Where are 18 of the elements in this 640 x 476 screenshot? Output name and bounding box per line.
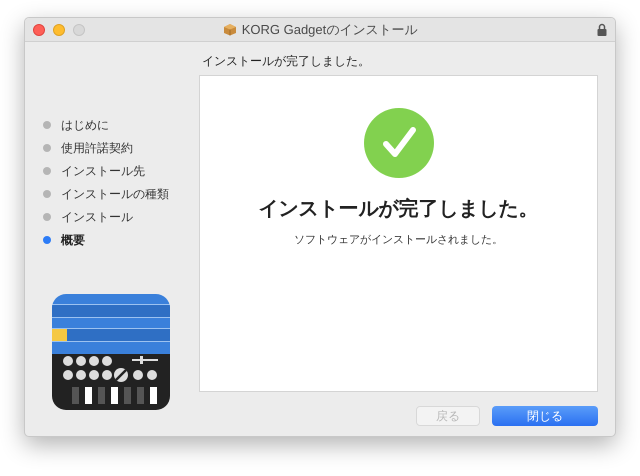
checkmark-icon: [364, 108, 434, 178]
step-label: インストール: [61, 208, 133, 226]
package-icon: [222, 23, 237, 36]
step-label: 使用許諾契約: [61, 140, 133, 156]
zoom-icon[interactable]: [73, 24, 85, 36]
close-button[interactable]: 閉じる: [492, 406, 598, 426]
lock-icon: [597, 23, 607, 36]
close-icon[interactable]: [33, 24, 45, 36]
app-icon: [52, 294, 170, 410]
step-label: インストールの種類: [61, 186, 169, 202]
step-label: 概要: [61, 232, 85, 248]
completion-title: インストールが完了しました。: [258, 196, 538, 222]
minimize-icon[interactable]: [53, 24, 65, 36]
step-label: はじめに: [61, 116, 109, 134]
step-label: インストール先: [61, 162, 145, 180]
page-heading: インストールが完了しました。: [202, 53, 371, 70]
window-title: KORG Gadgetのインストール: [242, 20, 418, 39]
completion-message: ソフトウェアがインストールされました。: [294, 233, 503, 248]
